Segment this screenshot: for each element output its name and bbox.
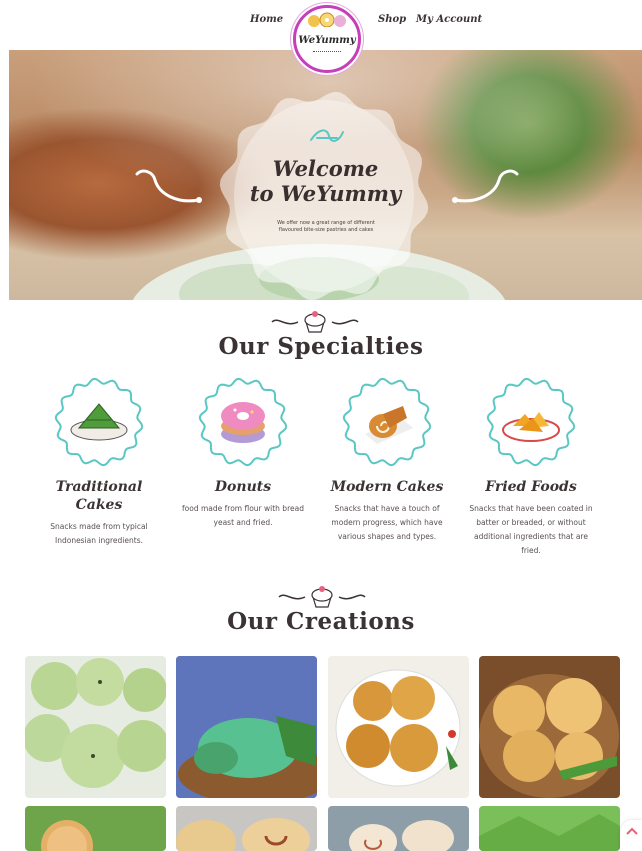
bakery-illustration-icon: [308, 12, 346, 27]
brand-logo[interactable]: WeYummy: [293, 5, 361, 73]
nav-shop-link[interactable]: Shop: [378, 14, 406, 25]
creations-heading: Our Creations: [227, 608, 415, 635]
roll-cake-icon: [342, 377, 432, 467]
specialty-card[interactable]: Traditional Cakes Snacks made from typic…: [34, 376, 164, 548]
creation-photo-roll-cake[interactable]: [176, 806, 317, 851]
flourish-icon: [310, 129, 344, 142]
creation-photo-kue-mangkok[interactable]: [176, 656, 317, 798]
creation-photo-onde-onde[interactable]: [25, 806, 166, 851]
creation-photo-green-buns[interactable]: [25, 656, 166, 798]
chevron-up-icon: [626, 827, 638, 835]
hero-subtitle: We offer now a great range of different …: [277, 220, 375, 233]
hero-title: Welcome to WeYummy: [249, 156, 402, 206]
creation-photo-swiss-roll[interactable]: [328, 806, 469, 851]
donut-icon: [198, 377, 288, 467]
specialty-card[interactable]: Fried Foods Snacks that have been coated…: [466, 376, 596, 558]
specialty-card[interactable]: Donuts food made from flour with bread y…: [178, 376, 308, 530]
specialties-heading: Our Specialties: [218, 333, 424, 360]
kue-icon: [54, 377, 144, 467]
scroll-to-top-button[interactable]: [620, 820, 642, 851]
nav-my-account-link[interactable]: My Account: [416, 14, 482, 25]
creation-photo-bakwan-basket[interactable]: [479, 656, 620, 798]
creation-photo-bakwan-plate[interactable]: [328, 656, 469, 798]
nav-home-link[interactable]: Home: [250, 14, 283, 25]
creation-photo-green-cake[interactable]: [479, 806, 620, 851]
logo-text: WeYummy: [298, 35, 356, 46]
specialty-card[interactable]: Modern Cakes Snacks that have a touch of…: [322, 376, 452, 544]
hero-banner: Welcome to WeYummy We offer now a great …: [9, 44, 642, 300]
cupcake-divider-icon: [278, 586, 366, 608]
cupcake-divider-icon: [271, 311, 359, 333]
fried-food-icon: [486, 377, 576, 467]
